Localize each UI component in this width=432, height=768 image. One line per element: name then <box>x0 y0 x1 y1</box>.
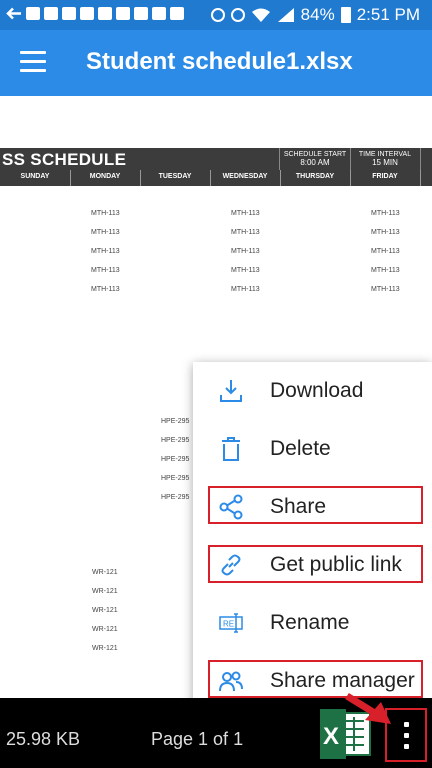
time-interval: TIME INTERVAL 15 MIN <box>358 151 412 167</box>
class-cell: MTH-113 <box>231 267 260 274</box>
image-icon <box>152 7 166 20</box>
class-cell: HPE-295 <box>161 456 190 463</box>
class-cell: HPE-295 <box>161 418 190 425</box>
menu-item-rename[interactable]: RE Rename <box>193 594 432 652</box>
clock: 2:51 PM <box>356 5 420 24</box>
class-cell: WR-121 <box>92 588 118 595</box>
menu-label: Rename <box>270 611 350 634</box>
alarm-icon <box>230 8 245 22</box>
day-wednesday: WEDNESDAY <box>222 173 268 180</box>
menu-item-delete[interactable]: Delete <box>193 420 432 478</box>
battery-icon <box>340 7 351 23</box>
youtube-icon <box>44 7 58 20</box>
class-cell: MTH-113 <box>371 210 400 217</box>
class-cell: MTH-113 <box>91 210 120 217</box>
gmail-icon <box>26 7 40 20</box>
class-cell: MTH-113 <box>371 248 400 255</box>
status-bar: 84% 2:51 PM <box>0 0 432 30</box>
class-cell: MTH-113 <box>91 248 120 255</box>
menu-label: Download <box>270 379 364 402</box>
menu-item-download[interactable]: Download <box>193 362 432 420</box>
day-header-row: SUNDAY MONDAY TUESDAY WEDNESDAY THURSDAY… <box>0 170 432 186</box>
class-cell: MTH-113 <box>371 229 400 236</box>
class-cell: MTH-113 <box>371 286 400 293</box>
system-status: 84% 2:51 PM <box>210 5 420 25</box>
class-cell: WR-121 <box>92 569 118 576</box>
class-cell: HPE-295 <box>161 494 190 501</box>
wifi-icon <box>251 8 270 22</box>
class-cell: MTH-113 <box>231 248 260 255</box>
svg-text:RE: RE <box>223 620 234 629</box>
youtube-icon <box>98 7 112 20</box>
file-options-menu: Download Delete Share Get public link RE <box>193 362 432 708</box>
day-monday: MONDAY <box>89 173 121 180</box>
file-title: Student schedule1.xlsx <box>86 48 353 75</box>
get-public-link-highlight <box>208 545 423 583</box>
red-arrow-icon <box>345 693 391 724</box>
hamburger-menu-icon[interactable] <box>20 51 46 73</box>
class-cell: WR-121 <box>92 645 118 652</box>
vibrate-icon <box>210 8 225 22</box>
class-cell: MTH-113 <box>91 267 120 274</box>
class-cell: MTH-113 <box>91 229 120 236</box>
menu-label: Delete <box>270 437 331 460</box>
day-friday: FRIDAY <box>372 173 398 180</box>
activity-icon <box>134 7 148 20</box>
schedule-start: SCHEDULE START 8:00 AM <box>283 151 347 167</box>
youtube-icon <box>170 7 184 20</box>
svg-text:X: X <box>323 723 339 750</box>
app-bar: Student schedule1.xlsx <box>0 30 432 96</box>
page-indicator: Page 1 of 1 <box>151 729 244 749</box>
youtube-icon <box>62 7 76 20</box>
class-cell: MTH-113 <box>371 267 400 274</box>
class-cell: HPE-295 <box>161 437 190 444</box>
sheet-title: SS SCHEDULE <box>2 150 127 169</box>
class-cell: MTH-113 <box>91 286 120 293</box>
class-cell: WR-121 <box>92 626 118 633</box>
class-cell: MTH-113 <box>231 229 260 236</box>
signal-icon <box>277 8 294 22</box>
share-highlight <box>208 486 423 524</box>
class-cell: MTH-113 <box>231 210 260 217</box>
youtube-icon <box>116 7 130 20</box>
class-cell: WR-121 <box>92 607 118 614</box>
trash-icon <box>222 437 240 461</box>
download-icon <box>220 380 242 402</box>
battery-percent: 84% <box>300 5 335 24</box>
day-sunday: SUNDAY <box>20 173 50 180</box>
day-thursday: THURSDAY <box>295 173 335 180</box>
class-cell: HPE-295 <box>161 475 190 482</box>
file-size: 25.98 KB <box>6 729 81 749</box>
rename-icon: RE <box>219 613 243 633</box>
sheet-header: SS SCHEDULE SCHEDULE START 8:00 AM TIME … <box>0 148 432 170</box>
back-arrow-icon <box>6 7 21 20</box>
youtube-icon <box>80 7 94 20</box>
notification-icons <box>6 7 184 20</box>
class-cell: MTH-113 <box>231 286 260 293</box>
day-tuesday: TUESDAY <box>158 173 192 180</box>
